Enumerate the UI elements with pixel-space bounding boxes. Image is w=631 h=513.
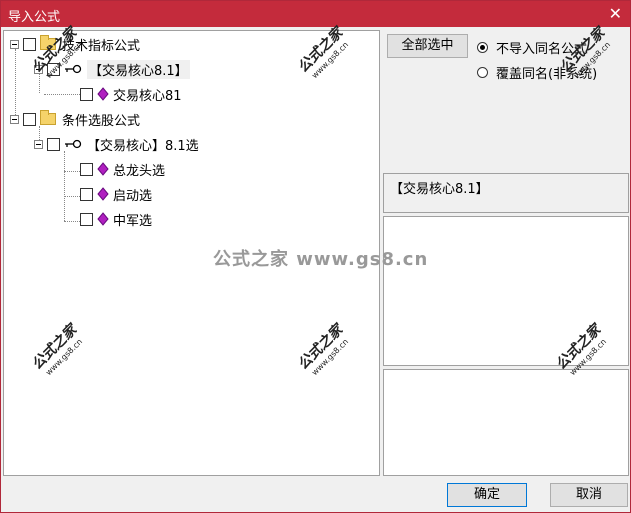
radio-dot[interactable] <box>477 42 488 53</box>
folder-icon <box>40 35 56 50</box>
tree-node-core81[interactable]: 【交易核心8.1】 <box>34 59 190 79</box>
import-formula-dialog: 导入公式 ✕ 技术指标公式 【交易核心8.1】 交易核心81 条件选股公式 【交… <box>0 0 631 513</box>
checkbox[interactable] <box>80 212 93 226</box>
radio-label: 不导入同名公式 <box>496 42 588 57</box>
node-label: 交易核心81 <box>113 88 182 104</box>
collapse-toggle[interactable] <box>10 39 19 49</box>
window-title: 导入公式 <box>8 10 61 25</box>
selected-formula-panel: 【交易核心8.1】 <box>383 173 629 213</box>
formula-gem-icon <box>97 87 109 101</box>
tree-node-startup-select[interactable]: 启动选 <box>80 184 152 204</box>
watermark-center: 公式之家 www.gs8.cn <box>213 249 429 270</box>
collapse-toggle[interactable] <box>34 139 43 149</box>
select-all-button[interactable]: 全部选中 <box>387 34 468 58</box>
checkbox[interactable] <box>47 137 60 151</box>
checkbox[interactable] <box>80 162 93 176</box>
collapse-toggle[interactable] <box>34 64 43 74</box>
tree-line <box>64 151 65 221</box>
tree-line <box>64 171 80 172</box>
radio-skip-same-name[interactable]: 不导入同名公式 <box>477 38 587 57</box>
tree-node-mid-select[interactable]: 中军选 <box>80 209 152 229</box>
folder-icon <box>40 110 56 125</box>
formula-gem-icon <box>97 212 109 226</box>
cancel-button[interactable]: 取消 <box>550 483 628 507</box>
checkbox[interactable] <box>80 87 93 101</box>
collapse-toggle[interactable] <box>10 114 19 124</box>
formula-description-panel[interactable] <box>383 216 629 366</box>
formula-gem-icon <box>97 162 109 176</box>
node-label: 技术指标公式 <box>62 38 141 54</box>
tree-node-core-select[interactable]: 【交易核心】8.1选 <box>34 134 199 154</box>
node-label: 【交易核心8.1】 <box>87 59 190 79</box>
formula-gem-icon <box>97 187 109 201</box>
selected-formula-title: 【交易核心8.1】 <box>390 182 489 197</box>
ok-button[interactable]: 确定 <box>447 483 527 507</box>
key-icon <box>65 64 82 74</box>
tree-node-core81-formula[interactable]: 交易核心81 <box>80 84 182 104</box>
radio-label: 覆盖同名(非系统) <box>496 67 598 82</box>
node-label: 总龙头选 <box>113 163 166 179</box>
tree-line <box>64 196 80 197</box>
node-label: 启动选 <box>113 188 153 204</box>
key-icon <box>65 139 82 149</box>
tree-node-stock-selection[interactable]: 条件选股公式 <box>10 109 140 129</box>
radio-dot[interactable] <box>477 67 488 78</box>
close-icon[interactable]: ✕ <box>609 4 622 23</box>
tree-line <box>64 221 80 222</box>
checkbox[interactable] <box>47 62 60 76</box>
checkbox[interactable] <box>23 37 36 51</box>
checkbox[interactable] <box>23 112 36 126</box>
checkbox[interactable] <box>80 187 93 201</box>
node-label: 【交易核心】8.1选 <box>87 138 199 154</box>
formula-params-panel[interactable] <box>383 369 629 476</box>
node-label: 中军选 <box>113 213 153 229</box>
node-label: 条件选股公式 <box>62 113 141 129</box>
radio-overwrite-same-name[interactable]: 覆盖同名(非系统) <box>477 63 597 82</box>
tree-line <box>44 94 80 95</box>
title-bar[interactable]: 导入公式 ✕ <box>1 1 630 27</box>
tree-node-tech-indicators[interactable]: 技术指标公式 <box>10 34 140 54</box>
tree-node-leader-select[interactable]: 总龙头选 <box>80 159 165 179</box>
